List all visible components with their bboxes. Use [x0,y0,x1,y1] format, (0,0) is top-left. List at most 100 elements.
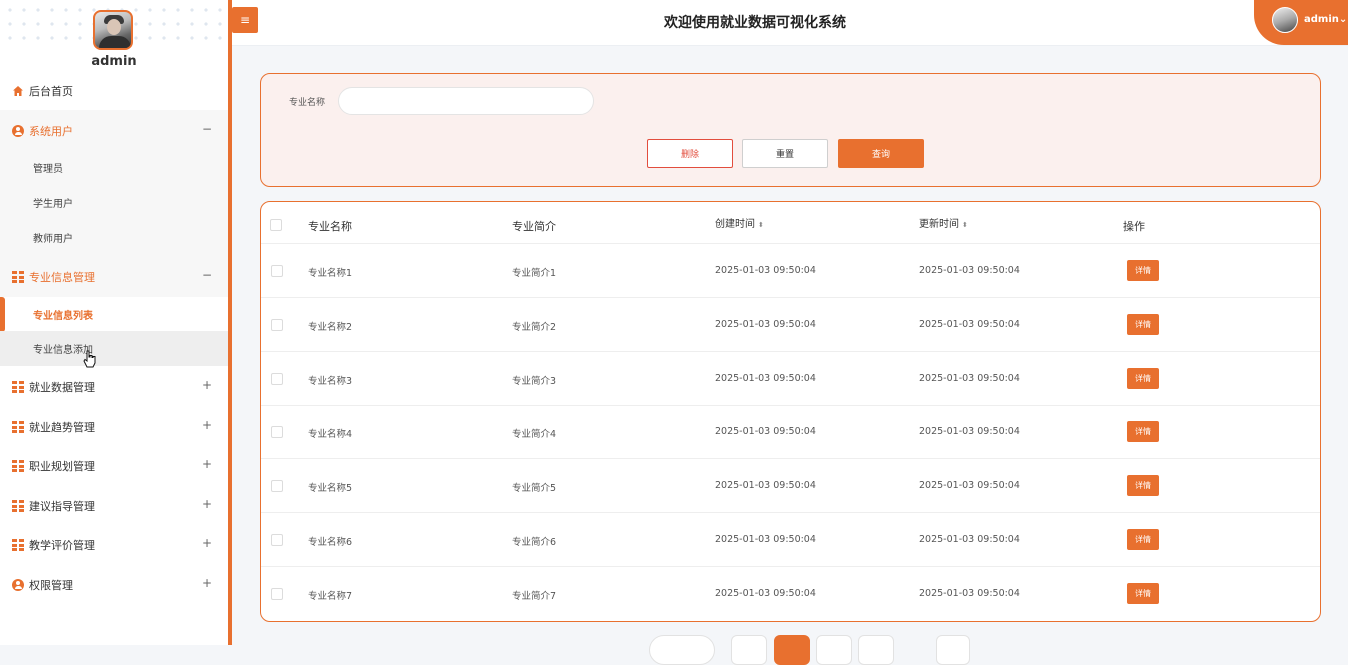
detail-button[interactable]: 详情 [1127,260,1159,281]
sidebar-accent-bar [228,0,232,645]
cell-created: 2025-01-03 09:50:04 [715,534,816,545]
column-header-updated[interactable]: 更新时间 ⬍ [919,215,968,230]
column-header-actions: 操作 [1123,220,1145,233]
sidebar-subitem-admins[interactable]: 管理员 [0,150,228,185]
cell-created: 2025-01-03 09:50:04 [715,426,816,437]
cell-updated: 2025-01-03 09:50:04 [919,480,1020,491]
search-panel: 专业名称 删除 重置 查询 [260,73,1321,187]
sidebar-subitem-students[interactable]: 学生用户 [0,185,228,220]
user-menu[interactable]: admin⌄ [1254,0,1348,45]
sidebar-item-label: 建议指导管理 [29,500,95,513]
expand-icon[interactable]: + [202,497,212,511]
cell-name: 专业名称7 [308,591,353,602]
expand-icon[interactable]: + [202,536,212,550]
expand-icon[interactable]: + [202,457,212,471]
avatar [1272,7,1298,33]
sidebar-item-home[interactable]: 后台首页 [0,72,228,110]
expand-icon[interactable]: + [202,378,212,392]
table-row: 专业名称2 专业简介2 2025-01-03 09:50:04 2025-01-… [261,298,1320,352]
search-input[interactable] [338,87,594,115]
column-header-created[interactable]: 创建时间 ⬍ [715,215,764,230]
cell-created: 2025-01-03 09:50:04 [715,265,816,276]
data-table: 专业名称 专业简介 创建时间 ⬍ 更新时间 ⬍ 操作 专业名称1 专业简介1 202… [260,201,1321,622]
reset-button[interactable]: 重置 [742,139,828,168]
active-indicator [0,297,5,332]
table-row: 专业名称6 专业简介6 2025-01-03 09:50:04 2025-01-… [261,513,1320,567]
row-checkbox[interactable] [271,319,283,331]
row-checkbox[interactable] [271,426,283,438]
row-checkbox[interactable] [271,588,283,600]
sidebar-item-label: 专业信息管理 [29,271,95,284]
detail-button[interactable]: 详情 [1127,529,1159,550]
sidebar-subitem-major-list[interactable]: 专业信息列表 [0,297,228,332]
page-title: 欢迎使用就业数据可视化系统 [664,15,846,31]
detail-button[interactable]: 详情 [1127,583,1159,604]
select-all-checkbox[interactable] [270,219,282,231]
sidebar-item-label: 系统用户 [29,125,73,138]
sort-icon[interactable]: ⬍ [962,221,968,229]
cell-updated: 2025-01-03 09:50:04 [919,265,1020,276]
pointer-cursor-icon [83,350,96,368]
sidebar-item-label: 后台首页 [29,85,73,98]
cell-intro: 专业简介1 [512,268,557,279]
cell-name: 专业名称5 [308,483,353,494]
sidebar-item-permissions[interactable]: 权限管理 + [0,566,228,604]
user-icon [12,125,24,137]
sidebar-item-teaching-evaluation[interactable]: 教学评价管理 + [0,526,228,564]
cell-updated: 2025-01-03 09:50:04 [919,319,1020,330]
collapse-icon[interactable]: − [202,122,212,136]
sort-icon[interactable]: ⬍ [758,221,764,229]
delete-button[interactable]: 删除 [647,139,733,168]
sidebar-item-career-planning[interactable]: 职业规划管理 + [0,447,228,485]
page-button-active[interactable] [774,635,810,665]
cell-created: 2025-01-03 09:50:04 [715,588,816,599]
row-checkbox[interactable] [271,265,283,277]
page-size-select[interactable] [649,635,715,665]
table-header: 专业名称 专业简介 创建时间 ⬍ 更新时间 ⬍ 操作 [261,202,1320,244]
cell-name: 专业名称1 [308,268,353,279]
sidebar-item-employment-data[interactable]: 就业数据管理 + [0,368,228,406]
table-row: 专业名称1 专业简介1 2025-01-03 09:50:04 2025-01-… [261,244,1320,298]
user-name-text: admin [1304,14,1339,25]
grid-icon [12,421,24,433]
avatar-body [99,36,131,48]
cell-updated: 2025-01-03 09:50:04 [919,373,1020,384]
cell-name: 专业名称4 [308,429,353,440]
row-checkbox[interactable] [271,480,283,492]
cell-created: 2025-01-03 09:50:04 [715,373,816,384]
avatar[interactable] [93,10,133,50]
grid-icon [12,500,24,512]
sidebar-item-label: 职业规划管理 [29,460,95,473]
page-button[interactable] [816,635,852,665]
row-checkbox[interactable] [271,373,283,385]
sidebar-item-major-info[interactable]: 专业信息管理 − [0,258,228,296]
sidebar-subitem-teachers[interactable]: 教师用户 [0,220,228,255]
user-name: admin⌄ [1304,14,1347,25]
cell-created: 2025-01-03 09:50:04 [715,319,816,330]
column-header-name: 专业名称 [308,220,352,233]
prev-page-button[interactable] [731,635,767,665]
sidebar-item-label: 权限管理 [29,579,73,592]
search-button[interactable]: 查询 [838,139,924,168]
grid-icon [12,271,24,283]
sidebar-item-advice-guidance[interactable]: 建议指导管理 + [0,487,228,525]
expand-icon[interactable]: + [202,418,212,432]
detail-button[interactable]: 详情 [1127,314,1159,335]
row-checkbox[interactable] [271,534,283,546]
next-page-button[interactable] [936,635,970,665]
sidebar-subitem-label: 专业信息列表 [33,311,93,322]
cell-intro: 专业简介2 [512,322,557,333]
sidebar-subitem-major-add[interactable]: 专业信息添加 [0,331,228,366]
expand-icon[interactable]: + [202,576,212,590]
detail-button[interactable]: 详情 [1127,368,1159,389]
sidebar-item-employment-trend[interactable]: 就业趋势管理 + [0,408,228,446]
column-header-intro: 专业简介 [512,220,556,233]
detail-button[interactable]: 详情 [1127,421,1159,442]
sidebar-item-system-users[interactable]: 系统用户 − [0,112,228,150]
detail-button[interactable]: 详情 [1127,475,1159,496]
collapse-icon[interactable]: − [202,268,212,282]
admin-name: admin [91,54,137,69]
table-row: 专业名称5 专业简介5 2025-01-03 09:50:04 2025-01-… [261,459,1320,513]
page-button[interactable] [858,635,894,665]
table-row: 专业名称3 专业简介3 2025-01-03 09:50:04 2025-01-… [261,352,1320,406]
